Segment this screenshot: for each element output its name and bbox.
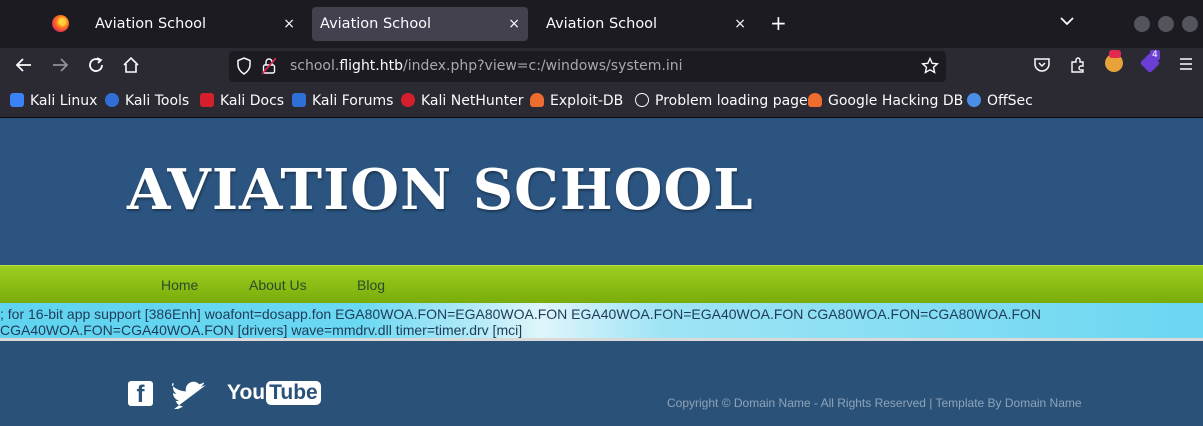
list-all-tabs-icon[interactable]: [1059, 12, 1075, 30]
navigation-toolbar: school.flight.htb/index.php?view=c:/wind…: [0, 48, 1203, 86]
url-bar[interactable]: school.flight.htb/index.php?view=c:/wind…: [229, 51, 946, 82]
home-icon[interactable]: [122, 56, 140, 79]
bookmark-problem-loading[interactable]: Problem loading page: [635, 93, 808, 109]
hamburger-menu-icon[interactable]: [1178, 56, 1194, 77]
extension-count-badge: 4: [1150, 50, 1160, 60]
tab-3[interactable]: Aviation School ×: [538, 7, 754, 41]
tab-title: Aviation School: [95, 16, 207, 32]
insecure-lock-icon[interactable]: [261, 57, 277, 80]
bookmark-label: Kali Tools: [125, 93, 190, 109]
site-menu: Home About Us Blog: [0, 265, 1203, 303]
tab-1[interactable]: Aviation School ×: [87, 7, 303, 41]
minimize-button[interactable]: [1134, 16, 1150, 32]
tab-title: Aviation School: [320, 16, 432, 32]
offsec-icon: [967, 93, 981, 107]
kali-dragon-icon: [10, 93, 24, 107]
pocket-icon[interactable]: [1033, 56, 1051, 79]
firefox-logo-icon[interactable]: [52, 15, 69, 32]
bookmark-kali-forums[interactable]: Kali Forums: [292, 93, 393, 109]
bookmark-label: Problem loading page: [655, 93, 808, 109]
kali-tools-icon: [105, 93, 119, 107]
bookmark-star-icon[interactable]: [920, 56, 940, 80]
forward-arrow-icon[interactable]: [51, 56, 69, 79]
youtube-you-text: You: [227, 381, 266, 404]
url-text[interactable]: school.flight.htb/index.php?view=c:/wind…: [290, 58, 683, 74]
bookmark-exploit-db[interactable]: Exploit-DB: [530, 93, 623, 109]
close-tab-icon[interactable]: ×: [283, 7, 295, 41]
web-page: AVIATION SCHOOL Home About Us Blog ; for…: [0, 119, 1203, 426]
facebook-icon[interactable]: f: [128, 381, 153, 408]
reload-icon[interactable]: [87, 56, 105, 79]
menu-home-link[interactable]: Home: [161, 277, 198, 293]
content-area: ; for 16-bit app support [386Enh] woafon…: [0, 303, 1203, 341]
maximize-button[interactable]: [1158, 16, 1174, 32]
bookmark-kali-tools[interactable]: Kali Tools: [105, 93, 189, 109]
kali-nethunter-icon: [401, 93, 415, 107]
new-tab-button[interactable]: +: [770, 11, 787, 35]
url-host: flight.htb: [339, 58, 403, 74]
bookmark-label: Kali NetHunter: [421, 93, 524, 109]
tab-bar: Aviation School × Aviation School × Avia…: [0, 0, 1203, 48]
close-tab-icon[interactable]: ×: [508, 7, 520, 41]
twitter-icon[interactable]: [170, 381, 208, 410]
kali-docs-icon: [200, 93, 214, 107]
tab-2-active[interactable]: Aviation School ×: [312, 7, 528, 41]
kali-forums-icon: [292, 93, 306, 107]
bookmark-label: Exploit-DB: [550, 93, 624, 109]
back-arrow-icon[interactable]: [15, 56, 33, 79]
close-window-button[interactable]: [1182, 16, 1198, 32]
youtube-tube-text: Tube: [266, 381, 321, 405]
bookmark-google-hacking-db[interactable]: Google Hacking DB: [808, 93, 963, 109]
bookmark-label: Kali Linux: [30, 93, 98, 109]
bookmark-label: Kali Forums: [312, 93, 394, 109]
shield-icon[interactable]: [236, 57, 252, 80]
tab-title: Aviation School: [546, 16, 658, 32]
bookmark-kali-linux[interactable]: Kali Linux: [10, 93, 97, 109]
copyright-text: Copyright © Domain Name - All Rights Res…: [667, 396, 1082, 410]
url-path: /index.php?view=c:/windows/system.ini: [403, 58, 683, 74]
cookie-extension-icon[interactable]: [1105, 50, 1123, 72]
bookmark-kali-docs[interactable]: Kali Docs: [200, 93, 284, 109]
extensions-puzzle-icon[interactable]: [1069, 56, 1087, 79]
close-tab-icon[interactable]: ×: [734, 7, 746, 41]
bookmark-kali-nethunter[interactable]: Kali NetHunter: [401, 93, 523, 109]
bookmark-label: OffSec: [987, 93, 1033, 109]
ghdb-icon: [808, 93, 822, 107]
bookmark-label: Google Hacking DB: [828, 93, 964, 109]
menu-blog-link[interactable]: Blog: [357, 277, 385, 293]
bookmark-offsec[interactable]: OffSec: [967, 93, 1033, 109]
menu-about-us-link[interactable]: About Us: [249, 277, 307, 293]
included-file-output: ; for 16-bit app support [386Enh] woafon…: [0, 306, 1042, 338]
globe-icon: [635, 93, 649, 107]
site-header: AVIATION SCHOOL: [0, 119, 1203, 265]
site-title: AVIATION SCHOOL: [127, 157, 754, 223]
youtube-logo[interactable]: You Tube: [227, 381, 321, 409]
url-prefix: school.: [290, 58, 340, 74]
bookmark-label: Kali Docs: [220, 93, 285, 109]
bookmarks-toolbar: Kali Linux Kali Tools Kali Docs Kali For…: [0, 86, 1203, 118]
site-footer: f You Tube Copyright © Domain Name - All …: [0, 344, 1203, 426]
exploit-db-icon: [530, 93, 544, 107]
